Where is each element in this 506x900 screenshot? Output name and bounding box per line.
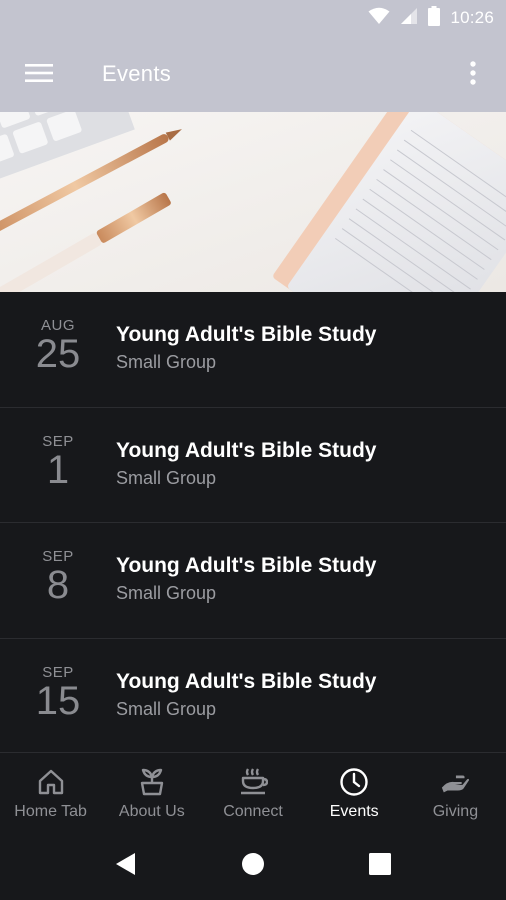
event-category: Small Group	[116, 467, 217, 488]
event-title: Young Adult's Bible Study	[116, 438, 377, 462]
event-category: Small Group	[116, 583, 217, 603]
event-date: AUG 25	[20, 318, 96, 376]
event-title: Young Adult's Bible Study	[116, 323, 377, 346]
nav-label: About Us	[118, 803, 185, 820]
bottom-navigation: Home Tab About Us Connect Events Giving	[0, 752, 506, 832]
nav-label: Events	[329, 803, 379, 820]
event-category: Small Group	[116, 698, 217, 719]
event-row[interactable]: SEP 15 Young Adult's Bible Study Small G…	[0, 639, 506, 753]
event-info: Young Adult's Bible Study Small Group	[116, 669, 376, 721]
page-title: Events	[102, 61, 172, 86]
clock-icon	[339, 767, 369, 797]
system-recents-button[interactable]	[360, 846, 400, 886]
hero-image	[0, 112, 506, 292]
coffee-icon	[238, 767, 268, 797]
recents-icon	[369, 853, 391, 879]
signal-icon	[400, 7, 418, 29]
nav-label: Home Tab	[14, 803, 87, 820]
more-vert-icon	[469, 60, 477, 90]
wifi-icon	[368, 7, 390, 29]
overflow-menu-button[interactable]	[448, 50, 498, 100]
nav-item-about-us[interactable]: About Us	[101, 753, 202, 832]
event-row[interactable]: SEP 1 Young Adult's Bible Study Small Gr…	[0, 408, 506, 523]
status-icons: 10:26	[368, 0, 494, 36]
nav-item-home-tab[interactable]: Home Tab	[0, 753, 101, 832]
event-date: SEP 8	[20, 549, 96, 607]
event-info: Young Adult's Bible Study Small Group	[116, 322, 376, 374]
system-back-button[interactable]	[106, 846, 146, 886]
home-circle-icon	[241, 852, 265, 880]
event-day: 25	[35, 332, 81, 376]
event-date: SEP 1	[20, 433, 96, 492]
event-day: 1	[46, 447, 70, 492]
status-bar: 10:26	[0, 0, 506, 36]
event-info: Young Adult's Bible Study Small Group	[116, 553, 376, 605]
events-list: AUG 25 Young Adult's Bible Study Small G…	[0, 292, 506, 752]
menu-icon	[25, 63, 53, 87]
nav-item-giving[interactable]: Giving	[405, 753, 506, 832]
home-icon	[36, 767, 66, 797]
system-navigation-bar	[0, 832, 506, 900]
event-info: Young Adult's Bible Study Small Group	[116, 438, 376, 490]
nav-label: Giving	[432, 803, 479, 820]
desk-stationery-photo	[0, 112, 506, 292]
back-icon	[115, 852, 137, 880]
event-day: 8	[46, 563, 70, 607]
giving-hand-icon	[440, 767, 470, 797]
nav-item-events[interactable]: Events	[304, 753, 405, 832]
event-row[interactable]: AUG 25 Young Adult's Bible Study Small G…	[0, 292, 506, 408]
nav-item-connect[interactable]: Connect	[202, 753, 303, 832]
plant-icon	[137, 767, 167, 797]
system-home-button[interactable]	[233, 846, 273, 886]
event-title: Young Adult's Bible Study	[116, 669, 377, 693]
battery-icon	[428, 6, 441, 30]
event-row[interactable]: SEP 8 Young Adult's Bible Study Small Gr…	[0, 523, 506, 639]
event-day: 15	[35, 678, 81, 723]
status-time: 10:26	[450, 8, 494, 27]
nav-label: Connect	[223, 803, 283, 820]
event-title: Young Adult's Bible Study	[116, 554, 377, 577]
event-category: Small Group	[116, 352, 217, 372]
menu-button[interactable]	[14, 50, 64, 100]
app-bar: Events	[0, 36, 506, 112]
event-date: SEP 15	[20, 664, 96, 723]
